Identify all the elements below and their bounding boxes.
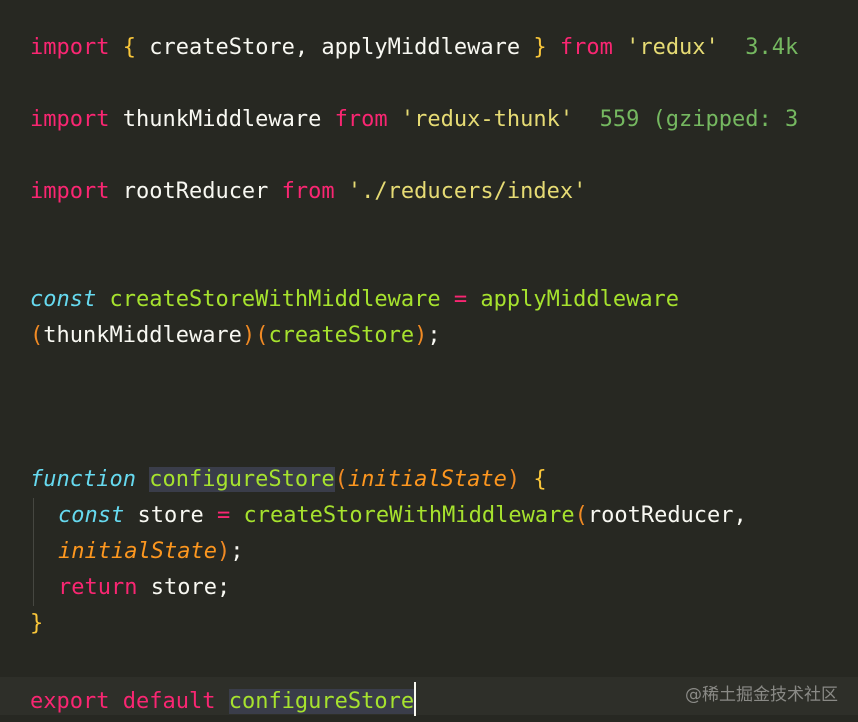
import-keyword: import [30, 179, 110, 204]
code-line-11: export default configureStore [30, 682, 417, 716]
function-call: createStoreWithMiddleware [243, 503, 575, 528]
open-brace: { [122, 35, 136, 60]
code-line-2: import thunkMiddleware from 'redux-thunk… [30, 106, 798, 134]
from-keyword: from [334, 107, 388, 132]
close-paren: ) [241, 323, 256, 348]
code-line-8: initialState); [58, 538, 243, 566]
import-name: rootReducer [109, 179, 282, 204]
assign-operator: = [453, 287, 468, 312]
argument: createStore [268, 323, 415, 348]
return-keyword: return [58, 575, 138, 600]
variable-name: createStoreWithMiddleware [109, 287, 441, 312]
close-paren: ) [216, 539, 231, 564]
parameter: initialState [347, 467, 507, 492]
from-keyword: from [281, 179, 335, 204]
default-keyword: default [122, 689, 216, 714]
module-string: 'redux-thunk' [400, 107, 574, 132]
from-keyword: from [559, 35, 613, 60]
variable-name: store [124, 503, 217, 528]
open-paren: ( [255, 323, 269, 348]
semicolon: ; [427, 323, 441, 348]
argument: thunkMiddleware [43, 323, 242, 348]
module-string: 'redux' [626, 35, 719, 60]
exported-name: configureStore [228, 689, 415, 714]
import-size-hint: 559 (gzipped: 3 [599, 107, 799, 132]
return-value: store; [137, 575, 231, 600]
indent-guide [33, 498, 34, 606]
parameter: initialState [58, 539, 217, 564]
code-line-1: import { createStore, applyMiddleware } … [30, 34, 798, 62]
close-brace: } [533, 35, 547, 60]
close-paren: ) [414, 323, 428, 348]
const-keyword: const [30, 287, 97, 312]
code-line-10: } [30, 610, 43, 638]
function-call: applyMiddleware [480, 287, 680, 312]
open-brace: { [533, 467, 547, 492]
watermark: @稀土掘金技术社区 [685, 685, 838, 705]
code-line-6: function configureStore(initialState) { [30, 466, 547, 494]
semicolon: ; [230, 539, 244, 564]
export-keyword: export [30, 689, 110, 714]
import-keyword: import [30, 107, 110, 132]
close-brace: } [30, 611, 44, 636]
assign-operator: = [216, 503, 231, 528]
const-keyword: const [58, 503, 125, 528]
import-names: createStore, applyMiddleware [135, 35, 534, 60]
code-line-9: return store; [58, 574, 230, 602]
code-line-3: import rootReducer from './reducers/inde… [30, 178, 586, 206]
function-name: configureStore [149, 467, 335, 492]
code-editor[interactable]: import { createStore, applyMiddleware } … [0, 0, 858, 722]
open-paren: ( [574, 503, 588, 528]
open-paren: ( [334, 467, 348, 492]
module-string: './reducers/index' [347, 179, 587, 204]
argument: rootReducer, [587, 503, 747, 528]
function-keyword: function [30, 467, 136, 492]
close-paren: ) [506, 467, 521, 492]
code-line-7: const store = createStoreWithMiddleware(… [58, 502, 747, 530]
import-size-hint: 3.4k [745, 35, 799, 60]
code-line-4: const createStoreWithMiddleware = applyM… [30, 286, 679, 314]
text-cursor [414, 682, 417, 716]
code-line-5: (thunkMiddleware)(createStore); [30, 322, 441, 350]
import-name: thunkMiddleware [109, 107, 335, 132]
import-keyword: import [30, 35, 110, 60]
open-paren: ( [30, 323, 44, 348]
